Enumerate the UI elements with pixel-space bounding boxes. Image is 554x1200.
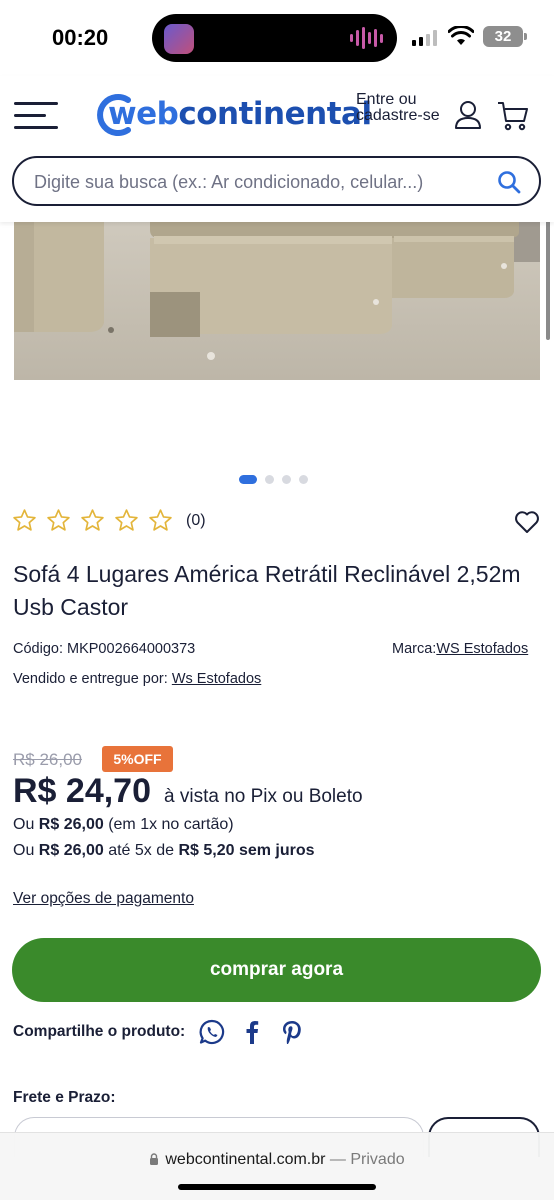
discount-badge: 5%OFF [102,746,173,772]
webcontinental-logo[interactable]: webcontinental [92,92,372,136]
brand-link[interactable]: WS Estofados [436,641,528,657]
product-title: Sofá 4 Lugares América Retrátil Reclináv… [13,561,521,620]
product-rating[interactable]: (0) [12,508,206,533]
cart-icon[interactable] [497,100,529,132]
private-mode-label: — Privado [329,1151,405,1168]
search-icon[interactable] [497,170,521,194]
buy-now-button[interactable]: comprar agora [12,938,541,1002]
dynamic-island[interactable] [152,14,397,62]
heart-icon[interactable] [514,510,540,534]
carousel-dot-2[interactable] [265,475,274,484]
search-input[interactable] [34,170,474,194]
old-price: R$ 26,00 [13,750,82,769]
share-label: Compartilhe o produto: [13,1023,186,1040]
lock-icon [150,1153,159,1165]
product-code: Código: MKP002664000373 [13,641,196,657]
facebook-icon[interactable] [239,1019,265,1045]
card-single-payment: Ou R$ 26,00 (em 1x no cartão) [13,816,234,833]
product-seller: Vendido e entregue por: Ws Estofados [13,671,262,687]
star-empty-icon [149,509,172,531]
carousel-dot-3[interactable] [282,475,291,484]
product-brand: Marca:WS Estofados [392,641,529,657]
user-icon[interactable] [454,100,482,130]
carousel-dots [239,475,308,484]
star-empty-icon [81,509,104,531]
logo-text: webcontinental [108,96,372,132]
star-empty-icon [115,509,138,531]
clock: 00:20 [52,25,109,50]
browser-url[interactable]: webcontinental.com.br — Privado [0,1151,554,1169]
now-playing-artwork [164,24,194,54]
current-price: R$ 24,70 [13,772,151,810]
carousel-dot-1[interactable] [239,475,257,484]
sofa-photo [14,222,540,380]
share-row: Compartilhe o produto: [13,1019,319,1045]
seller-link[interactable]: Ws Estofados [172,671,261,687]
search-bar[interactable] [12,156,541,206]
site-header: webcontinental Entre ou cadastre-se [0,76,554,222]
status-bar: 00:20 32 [0,0,554,76]
wifi-icon [448,26,474,45]
login-link[interactable]: Entre ou cadastre-se [356,92,446,124]
whatsapp-icon[interactable] [199,1019,225,1045]
shipping-label: Frete e Prazo: [13,1089,116,1106]
price-payment-note: à vista no Pix ou Boleto [164,786,363,807]
installment-info: Ou R$ 26,00 até 5x de R$ 5,20 sem juros [13,842,315,859]
home-indicator[interactable] [178,1184,376,1190]
cellular-signal-icon [412,30,437,46]
carousel-dot-4[interactable] [299,475,308,484]
pinterest-icon[interactable] [279,1019,305,1045]
battery-indicator: 32 [483,26,527,47]
star-empty-icon [13,509,36,531]
payment-options-link[interactable]: Ver opções de pagamento [13,890,194,908]
star-empty-icon [47,509,70,531]
audio-waveform-icon [350,26,383,50]
url-domain: webcontinental.com.br [165,1151,326,1168]
rating-count: (0) [186,511,206,529]
hamburger-menu-icon[interactable] [14,102,60,130]
product-image[interactable] [14,222,540,380]
